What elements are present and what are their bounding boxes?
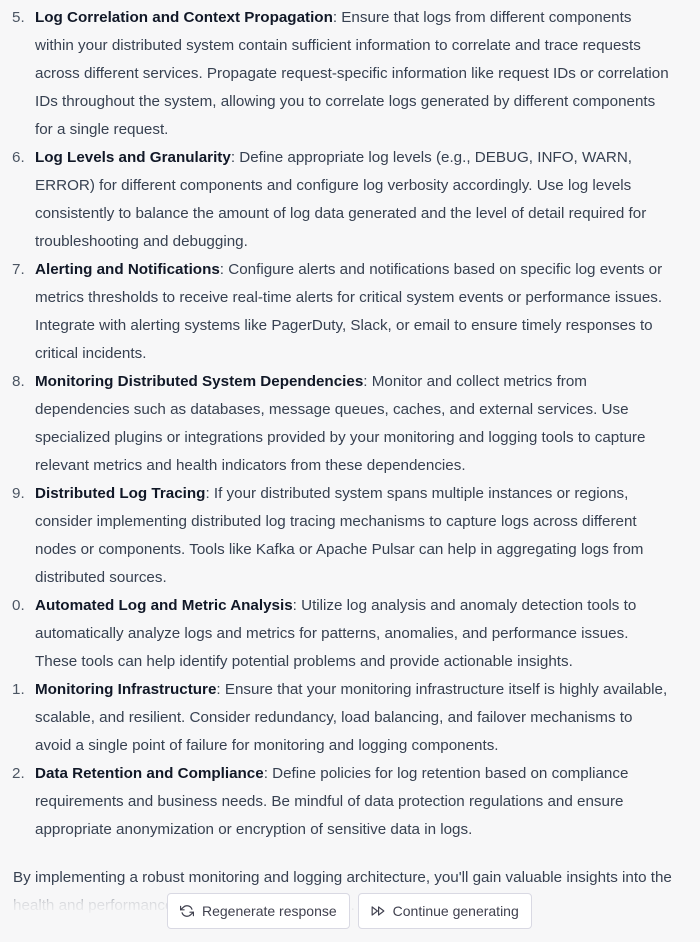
continue-generating-label: Continue generating [392, 903, 519, 919]
refresh-icon [180, 904, 194, 918]
list-item-title: Automated Log and Metric Analysis [35, 597, 293, 614]
list-item-number: 6. [12, 149, 25, 166]
list-item: 8. Monitoring Distributed System Depende… [0, 368, 700, 480]
list-item: 1. Monitoring Infrastructure: Ensure tha… [0, 676, 700, 760]
regenerate-response-button[interactable]: Regenerate response [167, 893, 350, 929]
list-item: 6. Log Levels and Granularity: Define ap… [0, 144, 700, 256]
regenerate-response-label: Regenerate response [202, 903, 337, 919]
fast-forward-icon [371, 904, 385, 918]
list-item-title: Data Retention and Compliance [35, 765, 264, 782]
list-item-title: Log Levels and Granularity [35, 149, 231, 166]
list-item-number: 9. [12, 485, 25, 502]
list-item-number: 7. [12, 261, 25, 278]
list-item: 0. Automated Log and Metric Analysis: Ut… [0, 592, 700, 676]
list-item-title: Monitoring Infrastructure [35, 681, 217, 698]
list-item: 2. Data Retention and Compliance: Define… [0, 760, 700, 844]
recommendations-list: 5. Log Correlation and Context Propagati… [0, 4, 700, 844]
list-item-number: 5. [12, 9, 25, 26]
assistant-message: 5. Log Correlation and Context Propagati… [0, 4, 700, 844]
list-item: 9. Distributed Log Tracing: If your dist… [0, 480, 700, 592]
list-item-body: : Ensure that logs from different compon… [35, 9, 669, 138]
list-item-title: Log Correlation and Context Propagation [35, 9, 333, 26]
list-item-number: 2. [12, 765, 25, 782]
list-item-title: Alerting and Notifications [35, 261, 220, 278]
list-item-title: Distributed Log Tracing [35, 485, 206, 502]
list-item-number: 0. [12, 597, 25, 614]
list-item: 5. Log Correlation and Context Propagati… [0, 4, 700, 144]
list-item-number: 1. [12, 681, 25, 698]
list-item-title: Monitoring Distributed System Dependenci… [35, 373, 364, 390]
list-item: 7. Alerting and Notifications: Configure… [0, 256, 700, 368]
continue-generating-button[interactable]: Continue generating [357, 893, 532, 929]
response-actions: Regenerate response Continue generating [167, 893, 532, 929]
list-item-number: 8. [12, 373, 25, 390]
